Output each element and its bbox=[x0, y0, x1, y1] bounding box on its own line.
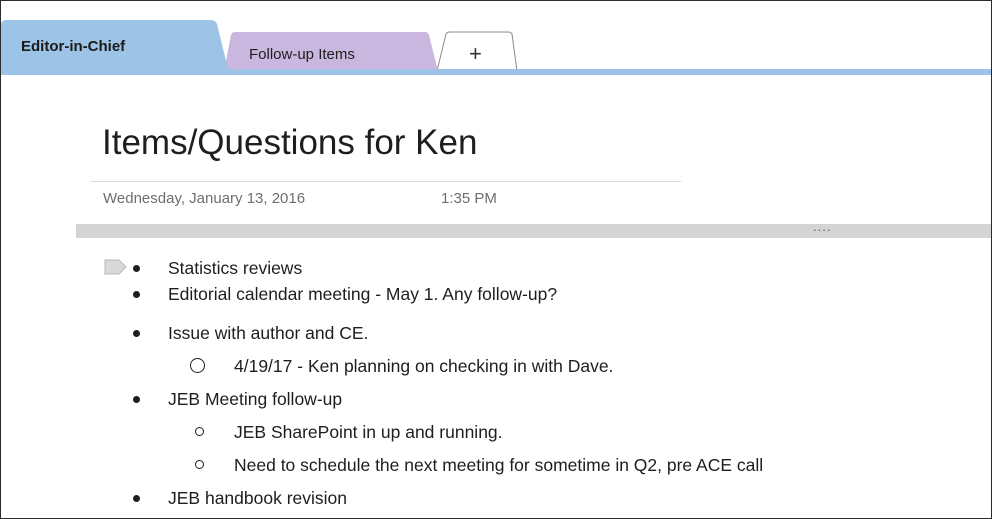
add-tab-label: + bbox=[469, 41, 482, 66]
tab-follow-up-items-label: Follow-up Items bbox=[249, 46, 355, 63]
list-item-text: Editorial calendar meeting - May 1. Any … bbox=[168, 284, 558, 304]
container-move-handle[interactable]: .... bbox=[813, 220, 831, 233]
page-time: 1:35 PM bbox=[441, 190, 497, 207]
list-item-text: Issue with author and CE. bbox=[168, 323, 369, 343]
tab-follow-up-items[interactable]: Follow-up Items bbox=[229, 32, 433, 72]
page-date: Wednesday, January 13, 2016 bbox=[103, 190, 306, 207]
sub-list-item-text: 4/19/17 - Ken planning on checking in wi… bbox=[234, 356, 614, 376]
list-item[interactable]: JEB handbook revision bbox=[1, 487, 991, 513]
list-item-text: JEB handbook revision bbox=[168, 488, 347, 508]
note-container-bar[interactable] bbox=[76, 224, 991, 238]
sub-list-item[interactable]: 4/19/17 - Ken planning on checking in wi… bbox=[1, 355, 991, 381]
sub-list-item[interactable]: Need to schedule the next meeting for so… bbox=[1, 454, 991, 480]
title-divider bbox=[91, 181, 681, 182]
list-item[interactable]: JEB Meeting follow-up bbox=[1, 388, 991, 414]
circle-bullet-marker bbox=[190, 358, 205, 373]
section-tab-strip: Editor-in-Chief Follow-up Items + bbox=[1, 1, 991, 83]
list-item-text: Statistics reviews bbox=[168, 258, 303, 278]
sub-list-item-text: Need to schedule the next meeting for so… bbox=[234, 455, 764, 475]
bullet-marker bbox=[133, 330, 140, 337]
list-item[interactable]: Editorial calendar meeting - May 1. Any … bbox=[1, 283, 991, 309]
list-item[interactable]: Statistics reviews bbox=[1, 257, 991, 283]
onenote-window: Editor-in-Chief Follow-up Items + Items/… bbox=[0, 0, 992, 519]
page-title[interactable]: Items/Questions for Ken bbox=[102, 123, 477, 163]
tab-editor-in-chief-label: Editor-in-Chief bbox=[21, 38, 126, 55]
circle-bullet-marker bbox=[195, 427, 204, 436]
bullet-marker bbox=[133, 265, 140, 272]
bullet-marker bbox=[133, 495, 140, 502]
bullet-marker bbox=[133, 396, 140, 403]
bullet-marker bbox=[133, 291, 140, 298]
list-item-text: JEB Meeting follow-up bbox=[168, 389, 343, 409]
circle-bullet-marker bbox=[195, 460, 204, 469]
tab-editor-in-chief[interactable]: Editor-in-Chief bbox=[1, 20, 223, 72]
sub-list-item[interactable]: JEB SharePoint in up and running. bbox=[1, 421, 991, 447]
list-item[interactable]: Issue with author and CE. bbox=[1, 322, 991, 348]
add-section-button[interactable]: + bbox=[441, 32, 513, 72]
sub-list-item-text: JEB SharePoint in up and running. bbox=[234, 422, 503, 442]
